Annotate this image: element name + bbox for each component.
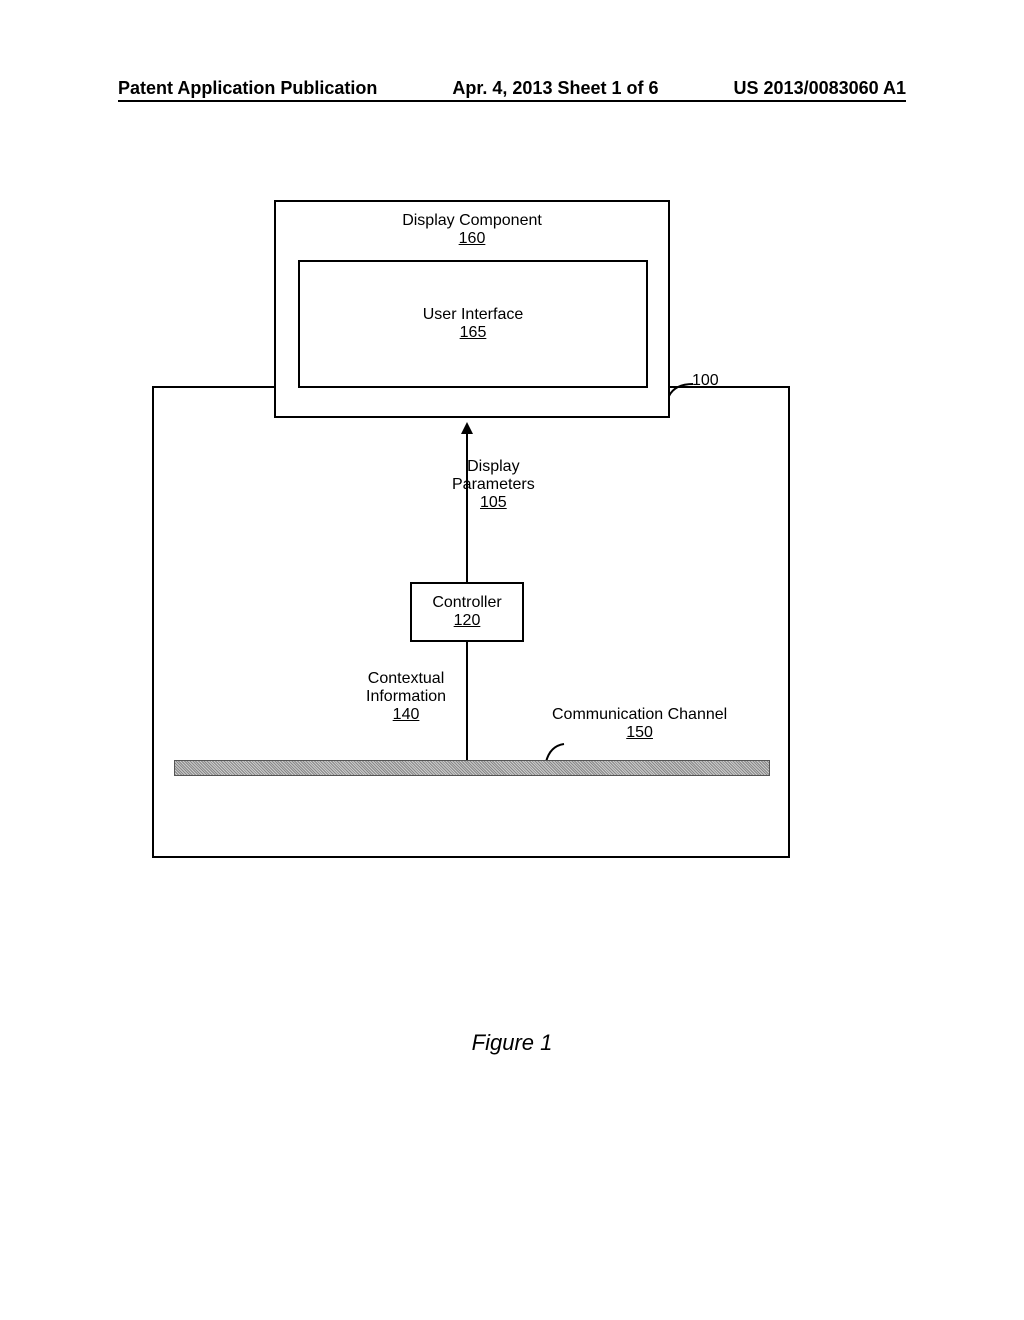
header-rule	[118, 100, 906, 102]
display-parameters-title2: Parameters	[452, 476, 535, 494]
header-left: Patent Application Publication	[118, 78, 377, 99]
display-parameters-num: 105	[452, 494, 535, 512]
user-interface-box: User Interface 165	[298, 260, 648, 388]
display-component-title: Display Component	[276, 212, 668, 230]
figure-caption: Figure 1	[0, 1030, 1024, 1056]
header-right: US 2013/0083060 A1	[734, 78, 906, 99]
system-ref-num: 100	[692, 372, 719, 389]
communication-channel-num: 150	[552, 724, 727, 742]
system-ref-label: 100	[692, 372, 719, 390]
user-interface-num: 165	[300, 324, 646, 342]
system-ref-hook-icon	[667, 378, 695, 398]
display-parameters-title1: Display	[452, 458, 535, 476]
controller-num: 120	[412, 612, 522, 630]
contextual-information-label: Contextual Information 140	[366, 670, 446, 724]
display-component-num: 160	[276, 230, 668, 248]
contextual-information-title1: Contextual	[366, 670, 446, 688]
controller-box: Controller 120	[410, 582, 524, 642]
display-parameters-label: Display Parameters 105	[452, 458, 535, 512]
contextual-information-title2: Information	[366, 688, 446, 706]
page-header: Patent Application Publication Apr. 4, 2…	[0, 78, 1024, 99]
communication-channel-bar	[174, 760, 770, 776]
contextual-information-num: 140	[366, 706, 446, 724]
header-center: Apr. 4, 2013 Sheet 1 of 6	[452, 78, 658, 99]
user-interface-title: User Interface	[300, 306, 646, 324]
controller-title: Controller	[412, 594, 522, 612]
communication-channel-label: Communication Channel 150	[552, 706, 727, 742]
arrow-head-up-icon	[461, 422, 473, 434]
figure-diagram: Display Component 160 User Interface 165…	[152, 200, 872, 880]
communication-channel-title: Communication Channel	[552, 706, 727, 724]
line-down	[466, 642, 468, 760]
